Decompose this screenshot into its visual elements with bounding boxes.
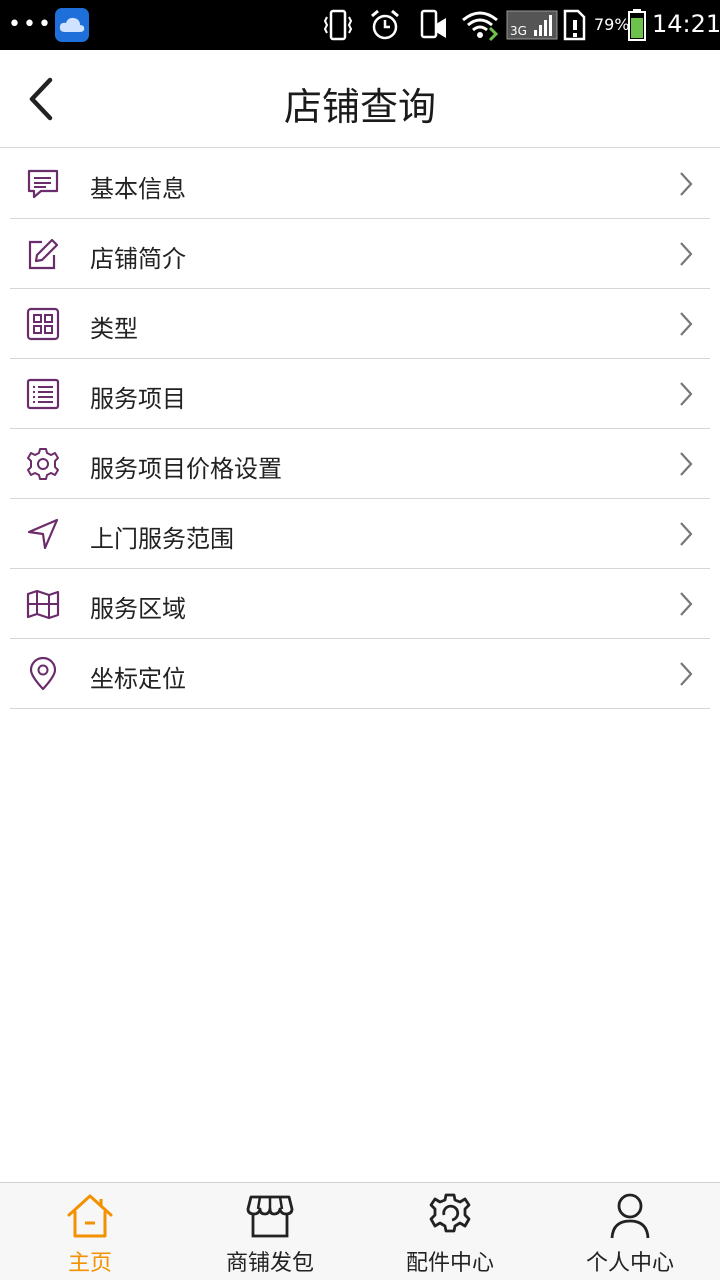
nav-label: 个人中心 [585, 1251, 674, 1276]
navigation-arrow-icon [27, 518, 59, 550]
nav-label: 配件中心 [405, 1251, 494, 1276]
chevron-right-icon [680, 522, 693, 546]
message-lines-icon [27, 169, 59, 199]
vibrate-icon [323, 9, 353, 41]
cog-part-icon [429, 1193, 471, 1233]
grid-icon [26, 307, 60, 341]
menu-item-home-service-range[interactable]: 上门服务范围 [10, 499, 710, 569]
chevron-right-icon [680, 662, 693, 686]
menu-item-location[interactable]: 坐标定位 [10, 639, 710, 709]
nav-label: 主页 [67, 1251, 112, 1276]
chevron-right-icon [680, 312, 693, 336]
menu-item-type[interactable]: 类型 [10, 289, 710, 359]
menu-item-service-area[interactable]: 服务区域 [10, 569, 710, 639]
page-title: 店铺查询 [283, 85, 436, 129]
chevron-right-icon [680, 172, 693, 196]
menu-item-label: 服务项目 [90, 385, 186, 413]
bottom-nav: 主页 商铺发包 配件中心 个人中心 [0, 1182, 720, 1280]
menu-item-label: 类型 [90, 315, 138, 343]
menu-item-label: 坐标定位 [90, 665, 186, 693]
menu-item-service-pricing[interactable]: 服务项目价格设置 [10, 429, 710, 499]
edit-icon [28, 238, 59, 270]
menu-list: 基本信息 店铺简介 类型 服务项目 服务项目价格设置 上门服务范围 服务区域 坐… [10, 149, 710, 709]
signal-icon: 3G [506, 10, 558, 40]
nav-label: 商铺发包 [225, 1251, 314, 1276]
wifi-icon [462, 11, 499, 42]
menu-item-basic-info[interactable]: 基本信息 [10, 149, 710, 219]
map-icon [26, 589, 60, 620]
status-bar: ••• 3G 79% 14:21 [0, 0, 720, 50]
chevron-right-icon [680, 452, 693, 476]
svg-text:3G: 3G [510, 24, 527, 38]
menu-item-label: 服务区域 [90, 595, 186, 623]
menu-item-label: 上门服务范围 [90, 525, 234, 553]
menu-item-label: 基本信息 [90, 175, 186, 203]
battery-icon [628, 9, 646, 41]
phone-alert-icon [420, 9, 446, 39]
menu-item-services[interactable]: 服务项目 [10, 359, 710, 429]
cloud-app-icon [55, 8, 89, 42]
clock: 14:21 [652, 10, 720, 38]
location-pin-icon [29, 657, 57, 691]
more-dots-icon: ••• [8, 12, 53, 37]
nav-shop-publish[interactable]: 商铺发包 [180, 1183, 360, 1280]
menu-item-shop-intro[interactable]: 店铺简介 [10, 219, 710, 289]
nav-home[interactable]: 主页 [0, 1183, 180, 1280]
chevron-right-icon [680, 382, 693, 406]
alarm-icon [371, 9, 399, 40]
chevron-right-icon [680, 592, 693, 616]
chevron-right-icon [680, 242, 693, 266]
person-icon [610, 1193, 650, 1239]
nav-personal-center[interactable]: 个人中心 [540, 1183, 720, 1280]
list-icon [26, 378, 60, 410]
menu-item-label: 服务项目价格设置 [90, 455, 282, 483]
sim-alert-icon [563, 9, 586, 41]
header: 店铺查询 [0, 50, 720, 148]
gear-icon [27, 448, 59, 480]
battery-percent: 79% [594, 15, 630, 34]
nav-parts-center[interactable]: 配件中心 [360, 1183, 540, 1280]
menu-item-label: 店铺简介 [90, 245, 186, 273]
home-icon [67, 1194, 113, 1238]
store-icon [246, 1195, 294, 1238]
